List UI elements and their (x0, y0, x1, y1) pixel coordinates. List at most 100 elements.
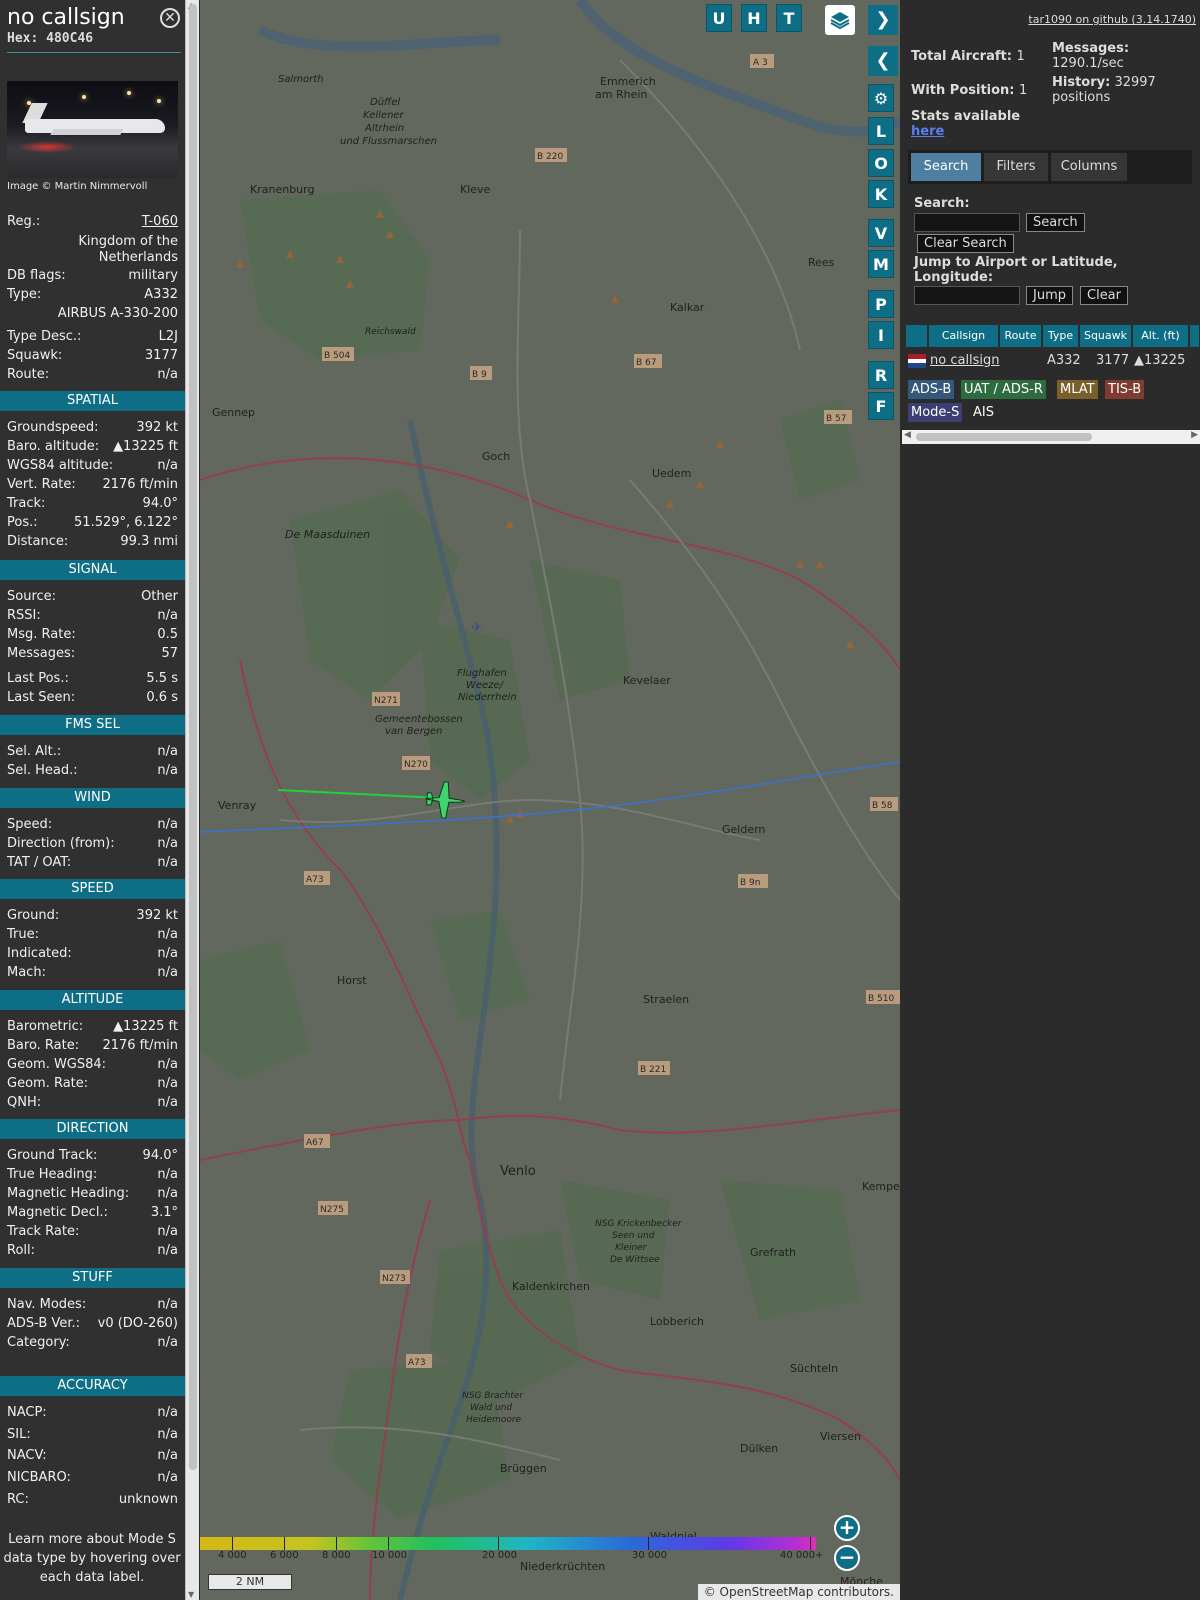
info-row: Speed: n/a (7, 817, 178, 832)
map-button-r[interactable]: R (868, 361, 894, 389)
info-row: Last Seen: 0.6 s (7, 690, 178, 705)
zoom-in-button[interactable]: + (834, 1515, 860, 1541)
search-input[interactable] (914, 213, 1020, 232)
jump-button[interactable]: Jump (1026, 286, 1073, 305)
search-button[interactable]: Search (1026, 213, 1085, 232)
altitude-label: 4 000 (218, 1550, 247, 1561)
section-stuff: STUFF (0, 1268, 185, 1288)
source-badge-adsb[interactable]: ADS-B (908, 380, 955, 399)
table-header-type[interactable]: Type (1043, 325, 1079, 347)
map-button-v[interactable]: V (868, 219, 894, 247)
map-view[interactable]: Emmerich am Rhein Kleve Kranenburg Kalka… (200, 0, 900, 1600)
info-row: True Heading: n/a (7, 1167, 178, 1182)
squawk-row: Squawk: 3177 (7, 348, 178, 366)
map-button-l[interactable]: L (868, 117, 894, 145)
map-label: am Rhein (595, 88, 647, 101)
source-badge-ais[interactable]: AIS (970, 403, 997, 422)
tab-search[interactable]: Search (911, 153, 981, 181)
airport-icon: ✈ (471, 620, 483, 636)
reg-link[interactable]: T-060 (142, 214, 178, 229)
svg-text:Heidemoore: Heidemoore (466, 1415, 522, 1425)
stats-link[interactable]: here (911, 124, 944, 139)
dbflags-row: DB flags: military (7, 268, 178, 286)
map-label: De Maasduinen (285, 528, 370, 541)
table-scrollbar[interactable]: ◀ ▶ (902, 430, 1200, 444)
altitude-label: 10 000 (372, 1550, 407, 1561)
photo-credit: Image © Martin Nimmervoll (7, 181, 148, 192)
table-header-alt[interactable]: Alt. (ft) (1133, 325, 1189, 347)
source-badge-uat[interactable]: UAT / ADS-R (961, 380, 1046, 399)
map-button-m[interactable]: M (868, 250, 894, 278)
svg-text:B 220: B 220 (537, 152, 563, 162)
chevron-left-icon[interactable]: ❮ (868, 46, 898, 76)
map-label: Dülken (740, 1442, 778, 1455)
info-row: Track: 94.0° (7, 496, 178, 511)
map-button-t[interactable]: T (776, 4, 802, 32)
altitude-label: 40 000+ (780, 1550, 824, 1561)
info-row: Messages: 57 (7, 646, 178, 661)
info-row: Magnetic Decl.: 3.1° (7, 1205, 178, 1220)
map-button-f[interactable]: F (868, 392, 894, 420)
svg-text:A 3: A 3 (753, 58, 768, 68)
map-button-p[interactable]: P (868, 290, 894, 318)
info-row: Ground Track: 94.0° (7, 1148, 178, 1163)
scrollbar-thumb[interactable] (916, 433, 1092, 441)
source-badge-mlat[interactable]: MLAT (1057, 380, 1098, 399)
svg-text:Niederrhein: Niederrhein (458, 692, 517, 703)
squawk-value: 3177 (144, 348, 178, 363)
svg-text:Düffel: Düffel (370, 97, 400, 108)
svg-text:De Wittsee: De Wittsee (610, 1255, 660, 1265)
svg-text:B 58: B 58 (872, 801, 893, 811)
reg-label: Reg.: (7, 214, 41, 229)
source-badge-tisb[interactable]: TIS-B (1105, 380, 1145, 399)
table-header-squawk[interactable]: Squawk (1080, 325, 1132, 347)
scrollbar-thumb[interactable] (189, 4, 197, 1470)
svg-text:N275: N275 (320, 1205, 344, 1215)
map-label: Straelen (643, 993, 689, 1006)
info-row: SIL: n/a (7, 1427, 178, 1442)
tab-columns[interactable]: Columns (1051, 153, 1127, 181)
jump-label: Jump to Airport or Latitude, (914, 255, 1118, 270)
github-link[interactable]: tar1090 on github (3.14.1740) (1028, 13, 1196, 26)
table-header-callsign[interactable]: Callsign (929, 325, 999, 347)
row-callsign[interactable]: no callsign (930, 351, 1000, 371)
close-icon[interactable]: ✕ (160, 8, 180, 28)
svg-text:Gemeentebossen: Gemeentebossen (375, 714, 463, 725)
map-button-h[interactable]: H (741, 4, 767, 32)
map-label: Kalkar (670, 301, 705, 314)
map-button-o[interactable]: O (868, 149, 894, 177)
clear-search-button[interactable]: Clear Search (917, 234, 1014, 253)
map-canvas[interactable]: Emmerich am Rhein Kleve Kranenburg Kalka… (200, 0, 900, 1600)
source-badge-modes[interactable]: Mode-S (908, 403, 963, 422)
map-label: Gennep (212, 406, 255, 419)
scroll-down-icon[interactable]: ▼ (188, 1590, 194, 1599)
aircraft-photo[interactable] (7, 81, 178, 178)
info-row: Track Rate: n/a (7, 1224, 178, 1239)
tab-filters[interactable]: Filters (984, 153, 1048, 181)
total-aircraft-label: Total Aircraft: 1 (911, 49, 1025, 64)
svg-text:und Flussmarschen: und Flussmarschen (340, 136, 437, 147)
clear-button[interactable]: Clear (1080, 286, 1128, 305)
typedesc-label: Type Desc.: (7, 329, 82, 344)
svg-text:B 221: B 221 (640, 1065, 666, 1075)
map-attribution[interactable]: © OpenStreetMap contributors. (697, 1584, 900, 1600)
info-row: Ground: 392 kt (7, 908, 178, 923)
info-panel-scrollbar[interactable]: ▲ ▼ (185, 0, 199, 1600)
svg-text:B 67: B 67 (636, 358, 657, 368)
chevron-right-icon[interactable]: ❯ (868, 5, 898, 35)
gear-icon[interactable]: ⚙ (868, 84, 894, 112)
table-header-route[interactable]: Route (1000, 325, 1042, 347)
jump-input[interactable] (914, 286, 1020, 305)
map-label: Reichswald (365, 327, 416, 337)
map-button-k[interactable]: K (868, 180, 894, 208)
map-label: Viersen (820, 1430, 861, 1443)
layers-icon[interactable] (825, 5, 855, 35)
map-button-i[interactable]: I (868, 321, 894, 349)
info-row: Barometric: ▲13225 ft (7, 1019, 178, 1034)
zoom-out-button[interactable]: − (834, 1545, 860, 1571)
info-row: NACP: n/a (7, 1405, 178, 1420)
row-type: A332 (1047, 353, 1081, 368)
svg-text:Kleiner: Kleiner (615, 1243, 648, 1253)
row-squawk: 3177 (1096, 353, 1130, 368)
map-button-u[interactable]: U (706, 4, 732, 32)
